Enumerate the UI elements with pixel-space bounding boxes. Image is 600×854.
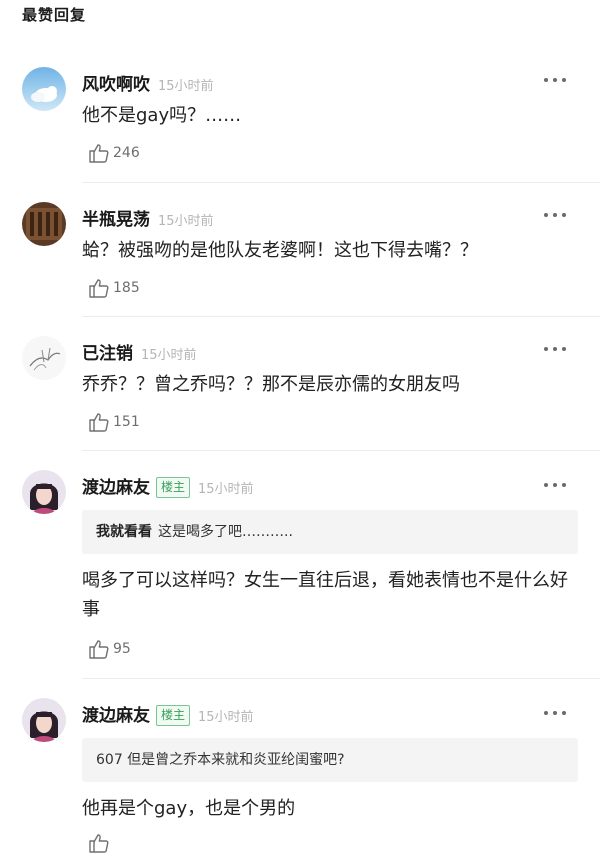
like-count: 246 xyxy=(113,145,140,161)
username[interactable]: 已注销 15小时前 xyxy=(82,339,197,364)
thumbs-up-icon xyxy=(89,144,109,163)
comment-text: 喝多了可以这样吗？女生一直往后退，看她表情也不是什么好事 xyxy=(82,570,568,620)
like-count: 185 xyxy=(113,280,140,296)
timestamp: 15小时前 xyxy=(198,482,254,497)
divider xyxy=(82,450,600,451)
avatar[interactable] xyxy=(22,698,66,742)
op-badge: 楼主 xyxy=(156,705,191,726)
avatar[interactable] xyxy=(22,67,66,111)
timestamp: 15小时前 xyxy=(141,348,197,363)
comment-text: 乔乔？？曾之乔吗？？那不是辰亦儒的女朋友吗 xyxy=(82,374,460,395)
comment-text: 他不是gay吗？…… xyxy=(82,105,242,126)
username[interactable]: 渡边麻友 楼主 15小时前 xyxy=(82,701,254,726)
username[interactable]: 渡边麻友 楼主 15小时前 xyxy=(82,473,254,498)
avatar[interactable] xyxy=(22,202,66,246)
divider xyxy=(82,678,600,679)
op-badge: 楼主 xyxy=(156,477,191,498)
divider xyxy=(82,182,600,183)
more-dots-icon[interactable] xyxy=(543,209,569,221)
like-count: 95 xyxy=(113,641,131,657)
comment-text: 他再是个gay，也是个男的 xyxy=(82,798,296,819)
quoted-text: 这是喝多了吧……….. xyxy=(158,524,293,540)
more-dots-icon[interactable] xyxy=(543,74,569,86)
avatar[interactable] xyxy=(22,336,66,380)
quoted-text: 607 但是曾之乔本来就和炎亚纶闺蜜吧? xyxy=(96,752,345,768)
more-dots-icon[interactable] xyxy=(543,479,569,491)
divider xyxy=(82,316,600,317)
thumbs-up-icon xyxy=(89,413,109,432)
like-count: 151 xyxy=(113,414,140,430)
username[interactable]: 风吹啊吹 15小时前 xyxy=(82,70,214,95)
quoted-reply[interactable]: 我就看看 这是喝多了吧……….. xyxy=(82,510,578,554)
comment-text: 蛤？被强吻的是他队友老婆啊！这也下得去嘴？？ xyxy=(82,240,478,261)
more-dots-icon[interactable] xyxy=(543,707,569,719)
avatar[interactable] xyxy=(22,470,66,514)
section-title: 最赞回复 xyxy=(22,6,87,24)
quoted-reply[interactable]: 607 但是曾之乔本来就和炎亚纶闺蜜吧? xyxy=(82,738,578,782)
quoted-username[interactable]: 我就看看 xyxy=(96,524,152,540)
timestamp: 15小时前 xyxy=(158,79,214,94)
more-dots-icon[interactable] xyxy=(543,343,569,355)
timestamp: 15小时前 xyxy=(158,214,214,229)
thumbs-up-icon xyxy=(89,640,109,659)
username[interactable]: 半瓶晃荡 15小时前 xyxy=(82,205,214,230)
timestamp: 15小时前 xyxy=(198,710,254,725)
thumbs-up-icon xyxy=(89,279,109,298)
thumbs-up-icon xyxy=(89,834,109,853)
